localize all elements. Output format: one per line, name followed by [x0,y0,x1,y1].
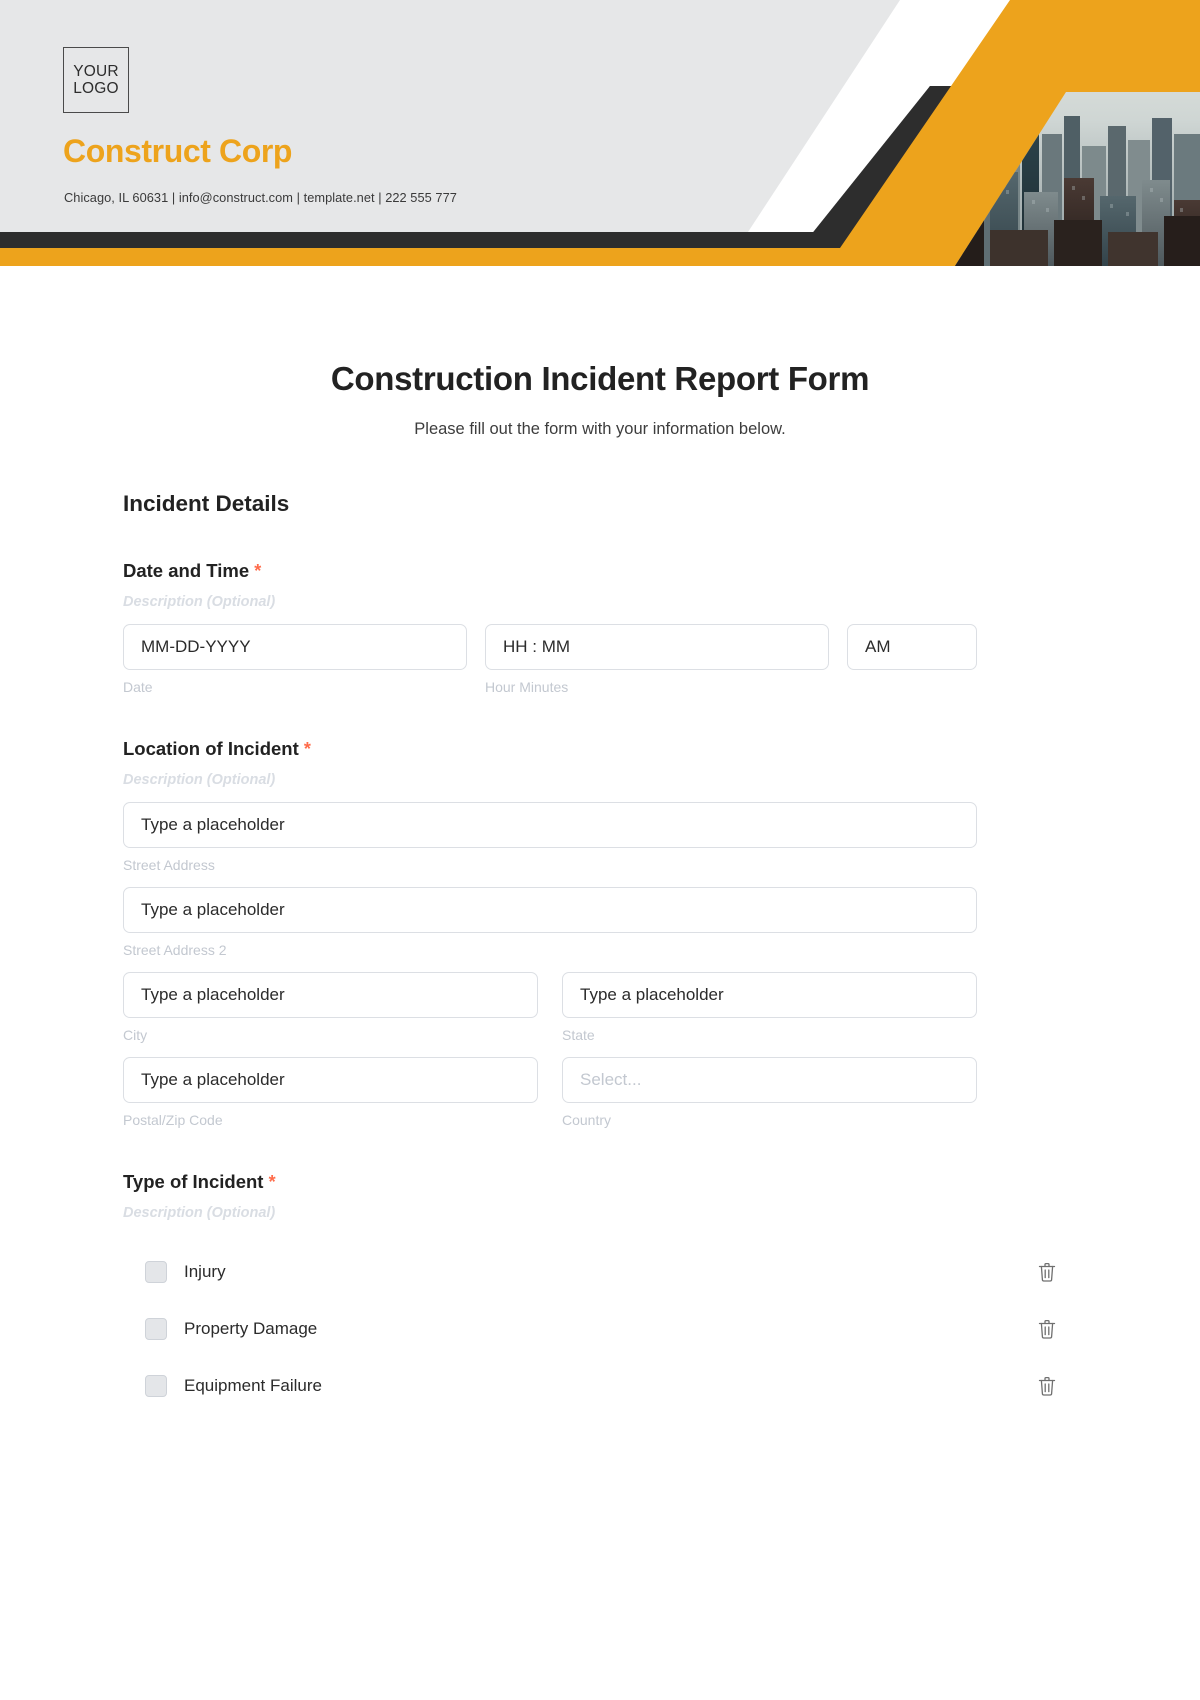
time-input[interactable]: HH : MM [485,624,829,670]
company-name: Construct Corp [63,133,293,169]
postal-code-input[interactable]: Type a placeholder [123,1057,538,1103]
required-asterisk: * [268,1172,276,1192]
city-input[interactable]: Type a placeholder [123,972,538,1018]
field-group-location: Location of Incident * Description (Opti… [123,738,1077,1128]
postal-code-sublabel: Postal/Zip Code [123,1112,223,1128]
company-contact-line: Chicago, IL 60631 | info@construct.com |… [64,190,457,205]
date-input[interactable]: MM-DD-YYYY [123,624,467,670]
checkbox-property-damage[interactable] [145,1317,167,1340]
incident-type-label-text: Type of Incident [123,1171,264,1192]
date-time-input-row: MM-DD-YYYY HH : MM AM [123,624,1077,670]
list-item[interactable]: Property Damage [123,1300,1077,1357]
page-title: Construction Incident Report Form [330,360,870,397]
incident-type-label: Type of Incident * [123,1171,1077,1193]
street-address-input[interactable]: Type a placeholder [123,802,977,848]
street-address-row: Type a placeholder [123,802,1077,848]
city-state-row: Type a placeholder Type a placeholder [123,972,1077,1018]
country-sublabel: Country [562,1112,612,1128]
required-asterisk: * [303,739,311,759]
page-subtitle: Please fill out the form with your infor… [414,420,786,438]
date-sublabel: Date [123,679,153,695]
street-address-2-input[interactable]: Type a placeholder [123,887,977,933]
list-item-label: Property Damage [184,1318,318,1338]
location-label-text: Location of Incident [123,738,299,759]
location-description: Description (Optional) [123,772,276,788]
incident-details-section: Incident Details Date and Time * Descrip… [123,491,1077,1414]
time-sublabel: Hour Minutes [485,679,569,695]
street-address-2-row: Type a placeholder [123,887,1077,933]
checkbox-equipment-failure[interactable] [145,1374,167,1397]
city-state-sublabel-row: City State [123,1018,1077,1043]
street-address-2-sublabel: Street Address 2 [123,942,227,958]
required-asterisk: * [254,561,262,581]
field-group-incident-type: Type of Incident * Description (Optional… [123,1171,1077,1414]
field-group-date-time: Date and Time * Description (Optional) M… [123,560,1077,695]
incident-type-description: Description (Optional) [123,1205,276,1221]
logo-line-1: YOUR [73,62,119,80]
incident-type-option-list: Injury Property Damage Equipment Failure [123,1243,1077,1414]
country-select[interactable]: Select... [562,1057,977,1103]
street-address-sublabel: Street Address [123,857,215,873]
date-time-sublabel-row: Date Hour Minutes [123,670,1077,695]
list-item-label: Equipment Failure [184,1375,322,1395]
logo-line-2: LOGO [73,80,119,97]
form-body: Construction Incident Report Form Please… [0,360,1200,1414]
date-time-label-text: Date and Time [123,560,250,581]
location-label: Location of Incident * [123,738,1077,760]
meridiem-select[interactable]: AM [847,624,977,670]
state-sublabel: State [562,1027,595,1043]
checkbox-injury[interactable] [145,1260,167,1283]
list-item[interactable]: Equipment Failure [123,1357,1077,1414]
city-sublabel: City [123,1027,148,1043]
postal-country-row: Type a placeholder Select... [123,1057,1077,1103]
date-time-label: Date and Time * [123,560,1077,582]
postal-country-sublabel-row: Postal/Zip Code Country [123,1103,1077,1128]
trash-icon[interactable] [1037,1375,1057,1397]
logo-placeholder: YOUR LOGO [63,47,129,113]
state-input[interactable]: Type a placeholder [562,972,977,1018]
trash-icon[interactable] [1037,1318,1057,1340]
date-time-description: Description (Optional) [123,594,276,610]
section-heading: Incident Details [123,491,290,516]
page-header: YOUR LOGO Construct Corp Chicago, IL 606… [0,0,1200,266]
list-item[interactable]: Injury [123,1243,1077,1300]
trash-icon[interactable] [1037,1261,1057,1283]
list-item-label: Injury [184,1261,226,1281]
